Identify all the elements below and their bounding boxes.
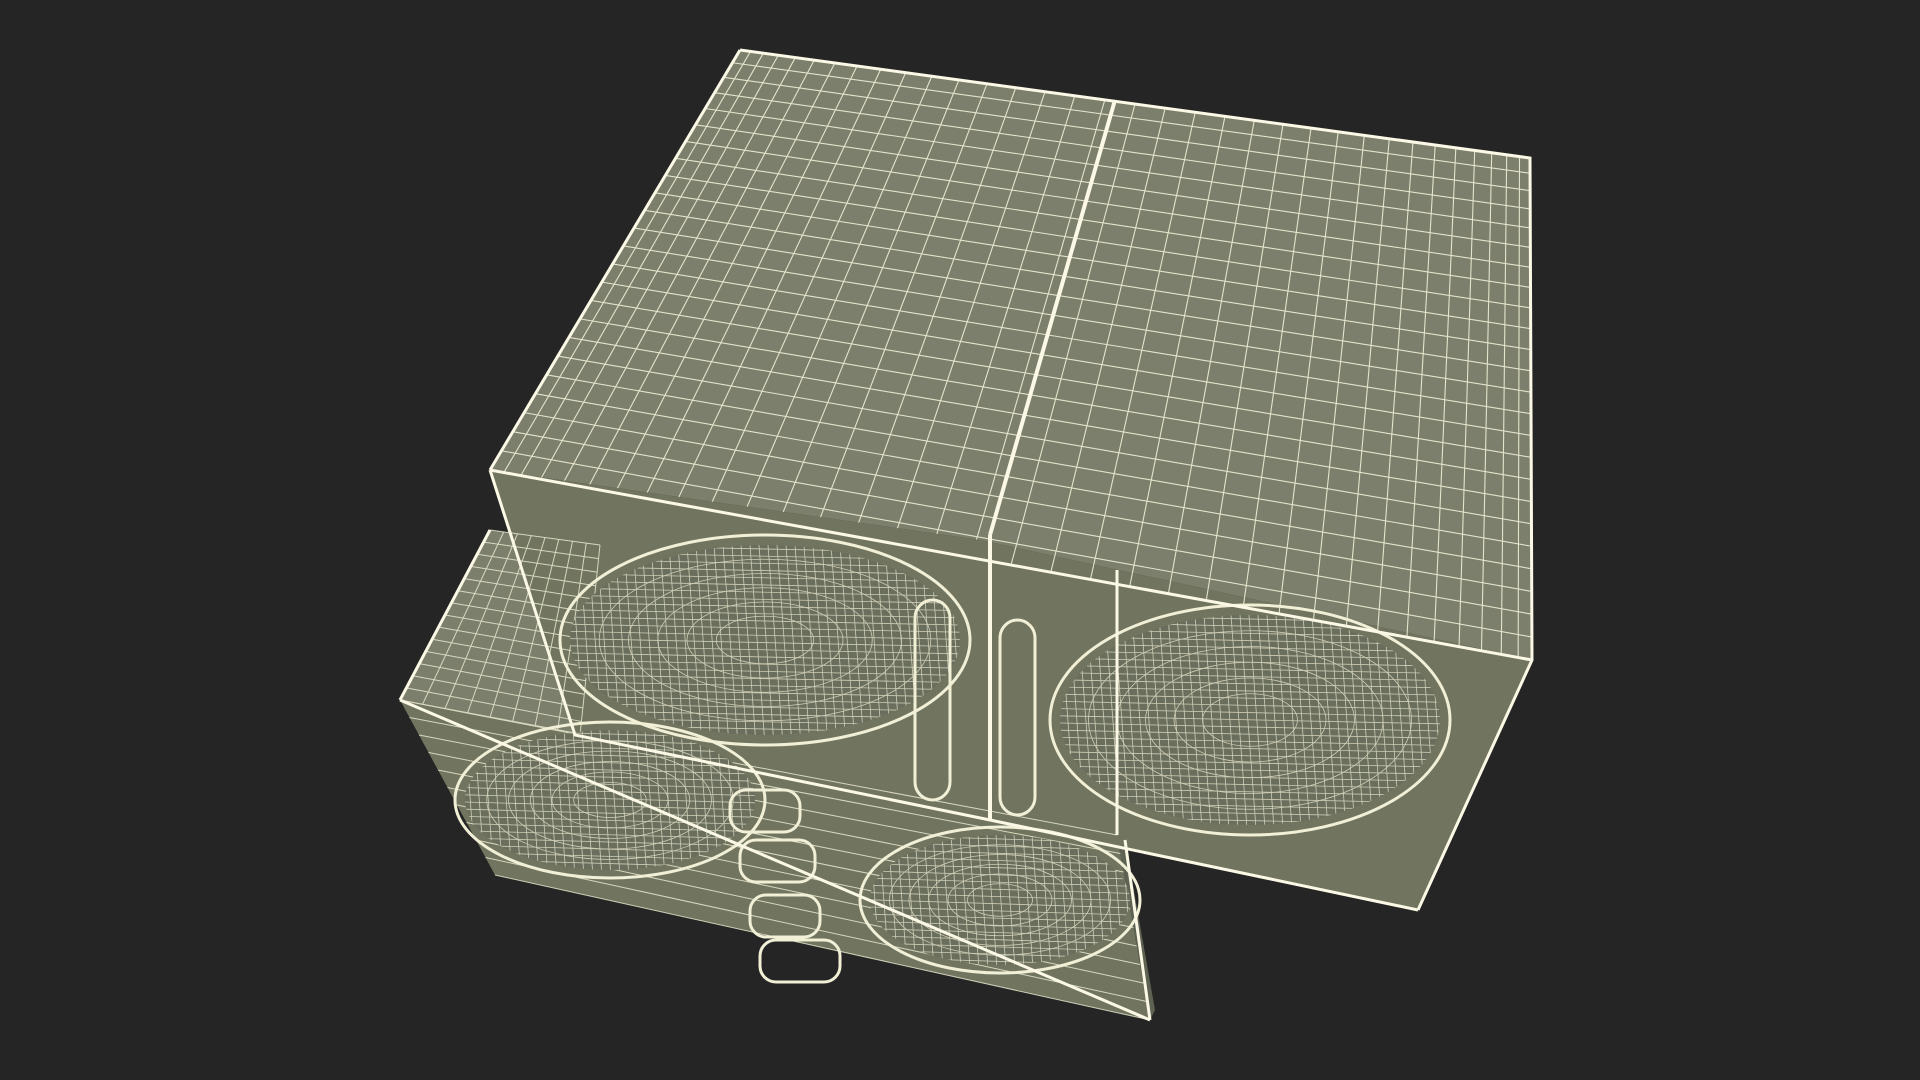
cavity-upper-left	[558, 533, 972, 747]
render-viewport	[0, 0, 1920, 1080]
wireframe-model	[398, 48, 1534, 1022]
cavity-lower-left	[453, 720, 767, 880]
cavity-lower-right	[858, 825, 1142, 975]
